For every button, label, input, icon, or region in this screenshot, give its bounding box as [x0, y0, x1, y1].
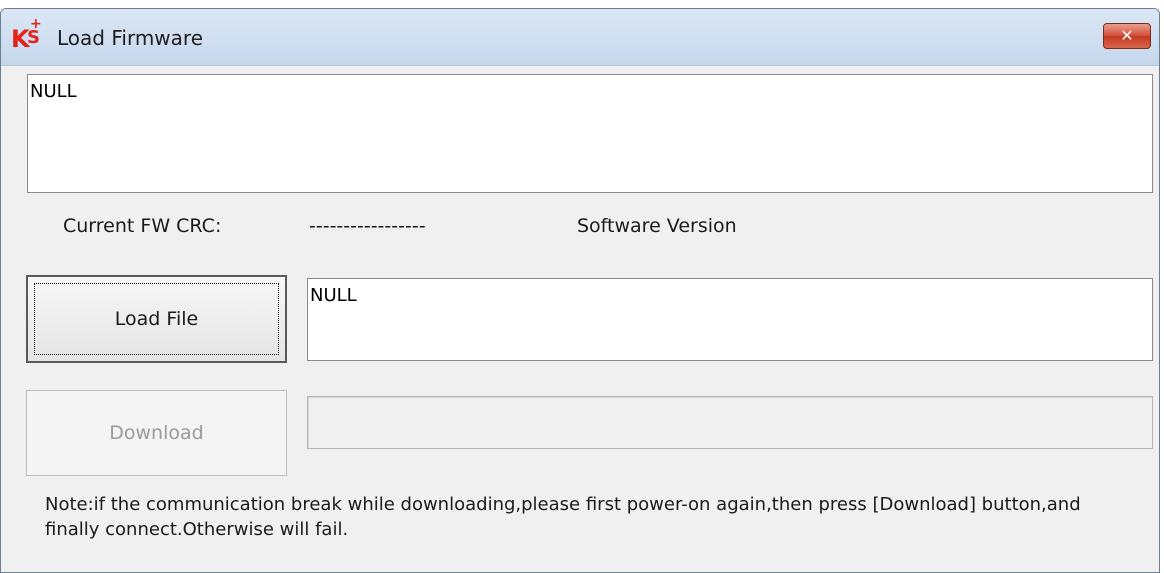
download-note: Note:if the communication break while do… — [45, 494, 1081, 540]
current-fw-crc-value: ----------------- — [309, 215, 426, 237]
logo-plus: + — [30, 16, 42, 32]
download-progress-bar — [307, 396, 1153, 449]
close-icon: ✕ — [1120, 26, 1134, 45]
load-file-button[interactable]: Load File — [26, 275, 287, 363]
current-fw-crc-label: Current FW CRC: — [63, 215, 222, 237]
load-file-button-label: Load File — [114, 308, 199, 330]
window-title: Load Firmware — [57, 26, 203, 50]
log-output-box[interactable]: NULL — [27, 74, 1153, 193]
download-button[interactable]: Download — [26, 390, 287, 476]
app-logo: K S + — [11, 17, 51, 57]
background-strip — [0, 0, 1164, 8]
download-button-label: Download — [109, 422, 204, 444]
software-version-label: Software Version — [577, 215, 737, 237]
title-bar[interactable]: K S + Load Firmware ✕ — [1, 9, 1159, 66]
close-button[interactable]: ✕ — [1103, 23, 1151, 49]
dialog-client-area: NULL Current FW CRC: ----------------- S… — [1, 66, 1159, 572]
file-path-box[interactable]: NULL — [307, 278, 1153, 361]
load-firmware-dialog: K S + Load Firmware ✕ NULL Current FW CR… — [0, 8, 1160, 573]
